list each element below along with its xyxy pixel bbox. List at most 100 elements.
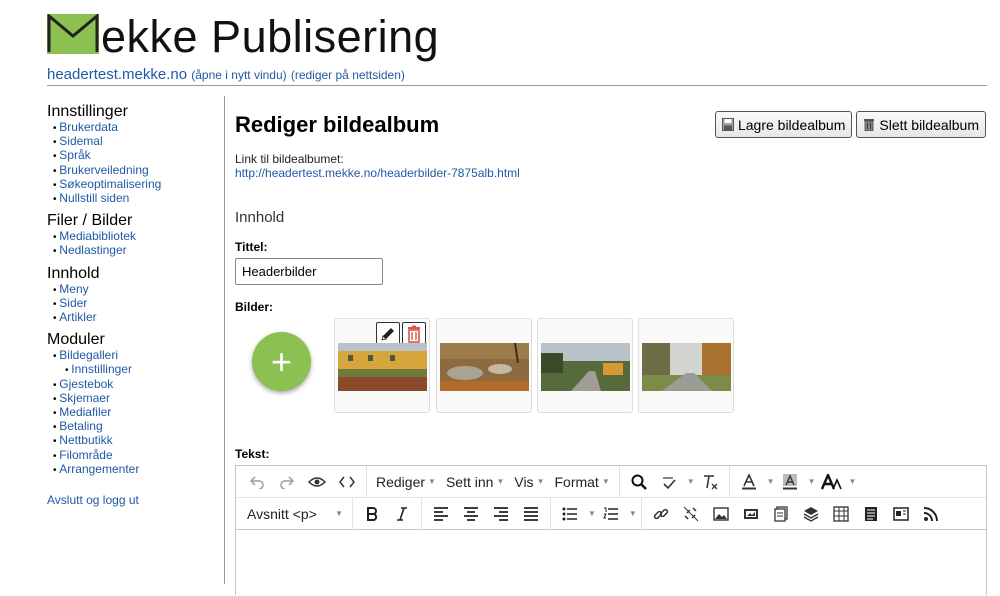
bullet-list-button[interactable] bbox=[559, 503, 581, 525]
align-left-icon bbox=[434, 506, 448, 521]
insert-image-button[interactable] bbox=[710, 503, 732, 525]
bold-button[interactable] bbox=[361, 503, 383, 525]
spellcheck-icon bbox=[662, 476, 676, 489]
chevron-down-icon: ▼ bbox=[601, 477, 610, 486]
sidebar-item-nullstill[interactable]: Nullstill siden bbox=[53, 191, 222, 206]
rss-button[interactable] bbox=[920, 503, 942, 525]
save-album-button[interactable]: Lagre bildealbum bbox=[714, 111, 853, 138]
title-input[interactable] bbox=[235, 258, 383, 285]
insert-link-button[interactable] bbox=[650, 503, 672, 525]
chevron-down-icon: ▼ bbox=[428, 477, 436, 486]
background-color-icon bbox=[782, 473, 797, 489]
album-link-url[interactable]: http://headertest.mekke.no/headerbilder-… bbox=[235, 166, 520, 180]
insert-file-button[interactable] bbox=[770, 503, 792, 525]
editor-content-area[interactable] bbox=[236, 530, 986, 596]
sidebar: Innstillinger Brukerdata Sidemal Språk B… bbox=[47, 103, 222, 507]
sidebar-item-brukerveiledning[interactable]: Brukerveiledning bbox=[53, 163, 222, 178]
source-code-button[interactable] bbox=[336, 471, 358, 493]
numbered-list-button[interactable] bbox=[600, 503, 622, 525]
edit-on-site-link[interactable]: (rediger på nettsiden) bbox=[291, 68, 405, 82]
sidebar-item-gallery-settings[interactable]: Innstillinger bbox=[53, 363, 222, 377]
align-center-button[interactable] bbox=[460, 503, 482, 525]
page-title: Rediger bildealbum bbox=[235, 112, 440, 137]
image-thumbnail[interactable] bbox=[537, 318, 633, 413]
open-new-window-link[interactable]: (åpne i nytt vindu) bbox=[191, 68, 286, 82]
sidebar-item-brukerdata[interactable]: Brukerdata bbox=[53, 120, 222, 135]
find-replace-button[interactable] bbox=[628, 471, 650, 493]
images-label: Bilder: bbox=[235, 300, 274, 314]
insert-document-button[interactable] bbox=[860, 503, 882, 525]
logo: ekke Publisering bbox=[47, 10, 439, 62]
album-actions: Lagre bildealbum Slett bildealbum bbox=[714, 111, 986, 138]
sidebar-item-arrangementer[interactable]: Arrangementer bbox=[53, 462, 222, 477]
pencil-icon bbox=[381, 328, 394, 341]
bold-icon bbox=[367, 506, 378, 521]
sidebar-divider bbox=[224, 96, 225, 584]
logout-link[interactable]: Avslutt og logg ut bbox=[47, 493, 222, 507]
add-image-button[interactable]: + bbox=[252, 332, 311, 391]
delete-album-button[interactable]: Slett bildealbum bbox=[856, 111, 986, 138]
chevron-down-icon[interactable]: ▼ bbox=[767, 477, 775, 486]
image-thumbnail[interactable] bbox=[436, 318, 532, 413]
image-thumbnail[interactable] bbox=[334, 318, 430, 413]
insert-template-button[interactable] bbox=[890, 503, 912, 525]
image-thumbnail[interactable] bbox=[638, 318, 734, 413]
sidebar-item-skjemaer[interactable]: Skjemaer bbox=[53, 391, 222, 406]
block-format-select[interactable]: Avsnitt <p> ▼ bbox=[242, 502, 348, 526]
sidebar-item-mediabibliotek[interactable]: Mediabibliotek bbox=[53, 230, 222, 244]
align-right-button[interactable] bbox=[490, 503, 512, 525]
sidebar-item-sidemal[interactable]: Sidemal bbox=[53, 135, 222, 149]
insert-table-button[interactable] bbox=[830, 503, 852, 525]
preview-button[interactable] bbox=[306, 471, 328, 493]
chevron-down-icon[interactable]: ▼ bbox=[808, 477, 816, 486]
toolbar-separator bbox=[728, 465, 730, 498]
site-domain-link[interactable]: headertest.mekke.no bbox=[47, 66, 187, 83]
code-icon bbox=[339, 476, 355, 487]
clear-formatting-icon bbox=[703, 474, 718, 489]
sidebar-section-title: Innhold bbox=[47, 264, 100, 282]
sidebar-item-artikler[interactable]: Artikler bbox=[53, 310, 222, 325]
redo-icon bbox=[280, 475, 295, 489]
spellcheck-button[interactable] bbox=[658, 471, 680, 493]
chevron-down-icon[interactable]: ▼ bbox=[629, 509, 637, 518]
sidebar-item-filomrade[interactable]: Filområde bbox=[53, 448, 222, 463]
font-button[interactable] bbox=[820, 471, 842, 493]
sidebar-item-bildegalleri[interactable]: Bildegalleri bbox=[53, 349, 222, 363]
remove-link-button[interactable] bbox=[680, 503, 702, 525]
chevron-down-icon[interactable]: ▼ bbox=[687, 477, 695, 486]
clear-formatting-button[interactable] bbox=[699, 471, 721, 493]
sidebar-item-mediafiler[interactable]: Mediafiler bbox=[53, 405, 222, 420]
sidebar-item-meny[interactable]: Meny bbox=[53, 282, 222, 297]
text-label: Tekst: bbox=[235, 447, 270, 461]
sidebar-item-betaling[interactable]: Betaling bbox=[53, 420, 222, 434]
menu-format[interactable]: Format ▼ bbox=[549, 470, 614, 494]
sidebar-item-sider[interactable]: Sider bbox=[53, 296, 222, 311]
sidebar-section-title: Moduler bbox=[47, 331, 105, 349]
sidebar-item-gjestebok[interactable]: Gjestebok bbox=[53, 377, 222, 392]
text-color-button[interactable] bbox=[738, 471, 760, 493]
sidebar-section-title: Innstillinger bbox=[47, 103, 128, 120]
editor-toolbar-row-1: Rediger ▼ Sett inn ▼ Vis ▼ Format ▼ ▼ ▼ ▼ ▼ bbox=[236, 465, 986, 498]
table-icon bbox=[833, 505, 849, 522]
sidebar-section-files: Filer / Bilder Mediabibliotek Nedlasting… bbox=[47, 212, 222, 258]
menu-vis[interactable]: Vis ▼ bbox=[509, 470, 549, 494]
align-left-button[interactable] bbox=[430, 503, 452, 525]
background-color-button[interactable] bbox=[779, 471, 801, 493]
sidebar-item-nedlastinger[interactable]: Nedlastinger bbox=[53, 244, 222, 258]
chevron-down-icon[interactable]: ▼ bbox=[849, 477, 857, 486]
sidebar-item-sokeoptimalisering[interactable]: Søkeoptimalisering bbox=[53, 177, 222, 192]
chevron-down-icon[interactable]: ▼ bbox=[588, 509, 596, 518]
trash-icon bbox=[863, 118, 875, 131]
undo-button[interactable] bbox=[246, 471, 268, 493]
menu-sett-inn[interactable]: Sett inn ▼ bbox=[441, 470, 509, 494]
sidebar-item-sprak[interactable]: Språk bbox=[53, 149, 222, 163]
sidebar-item-nettbutikk[interactable]: Nettbutikk bbox=[53, 434, 222, 448]
redo-button[interactable] bbox=[276, 471, 298, 493]
justify-button[interactable] bbox=[520, 503, 542, 525]
italic-button[interactable] bbox=[391, 503, 413, 525]
undo-icon bbox=[249, 475, 264, 489]
italic-icon bbox=[397, 506, 407, 521]
layers-button[interactable] bbox=[800, 503, 822, 525]
insert-media-button[interactable] bbox=[740, 503, 762, 525]
menu-rediger[interactable]: Rediger ▼ bbox=[371, 470, 441, 494]
